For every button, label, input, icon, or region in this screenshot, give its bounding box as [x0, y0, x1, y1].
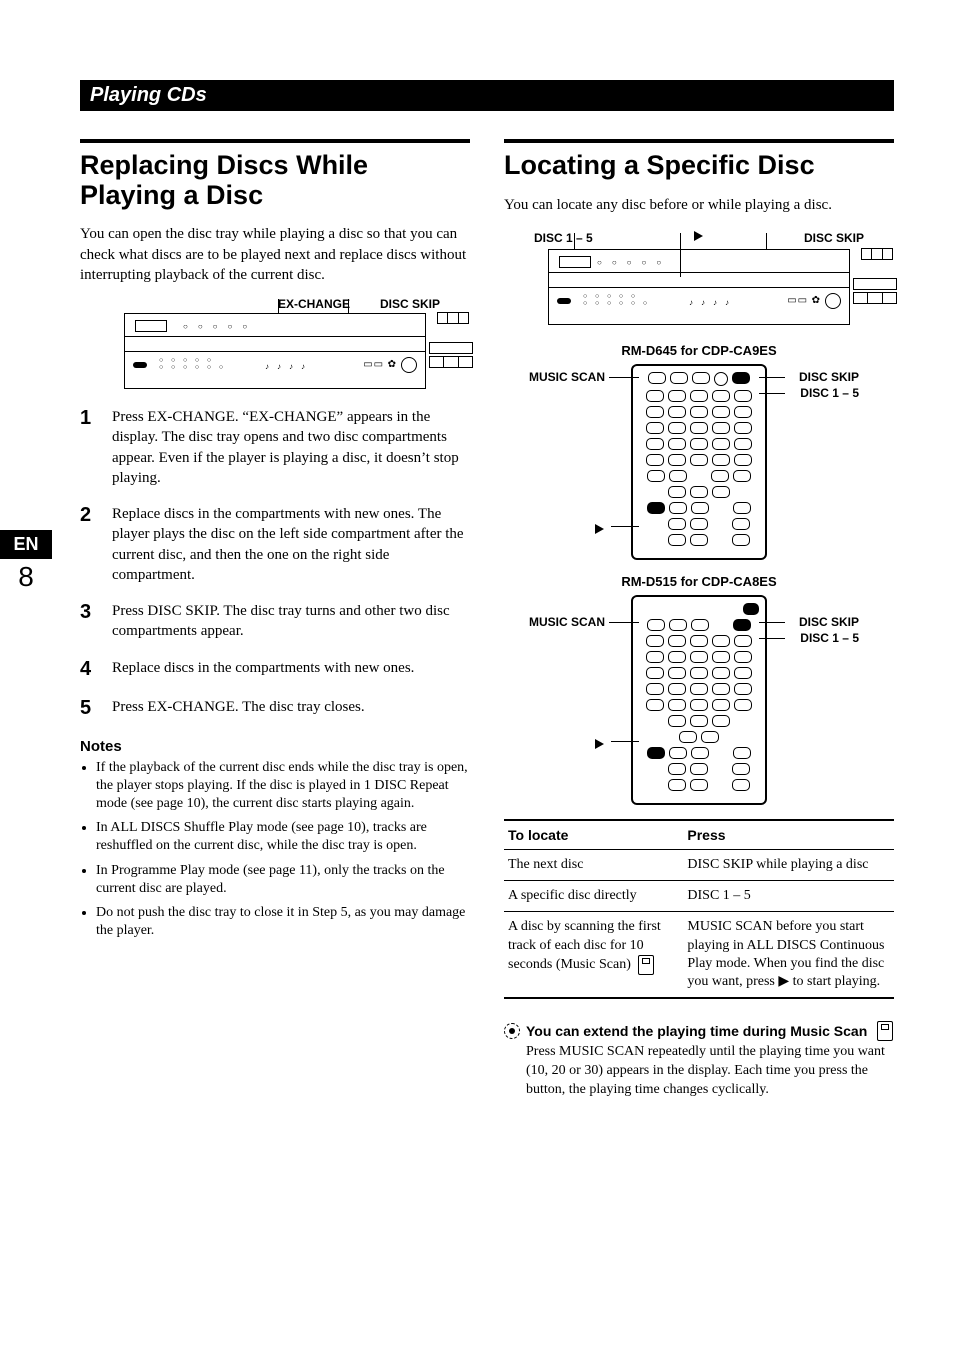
label-play — [595, 735, 604, 751]
step-text: Replace discs in the compartments with n… — [112, 658, 414, 681]
remote-icon — [877, 1021, 893, 1041]
note-item: In Programme Play mode (see page 11), on… — [96, 862, 470, 898]
remote2-title: RM-D515 for CDP-CA8ES — [504, 574, 894, 589]
remote1-title: RM-D645 for CDP-CA9ES — [504, 343, 894, 358]
step-number: 5 — [80, 697, 100, 720]
side-tab: EN 8 — [0, 530, 52, 593]
tip-heading: You can extend the playing time during M… — [526, 1022, 867, 1041]
player-diagram-right: DISC 1 – 5 DISC SKIP ○ ○ ○ ○ ○ ○ ○ ○ ○ ○… — [504, 231, 894, 325]
cell: The next disc — [504, 849, 683, 880]
tip-body: Press MUSIC SCAN repeatedly until the pl… — [526, 1043, 894, 1100]
step-number: 1 — [80, 407, 100, 488]
remote1-diagram: MUSIC SCAN DISC SKIP DISC 1 – 5 — [549, 364, 849, 560]
notes-list: If the playback of the current disc ends… — [80, 759, 470, 941]
label-disc15: DISC 1 – 5 — [800, 386, 859, 400]
step-text: Press EX-CHANGE. “EX-CHANGE” appears in … — [112, 407, 470, 488]
left-intro: You can open the disc tray while playing… — [80, 224, 470, 285]
callout-discskip: DISC SKIP — [380, 297, 440, 311]
side-page-number: 8 — [0, 561, 52, 593]
table-head-press: Press — [683, 820, 894, 850]
step-number: 4 — [80, 658, 100, 681]
note-item: Do not push the disc tray to close it in… — [96, 904, 470, 940]
step-text: Press EX-CHANGE. The disc tray closes. — [112, 697, 365, 720]
note-item: If the playback of the current disc ends… — [96, 759, 470, 814]
label-disc15: DISC 1 – 5 — [800, 631, 859, 645]
label-music-scan: MUSIC SCAN — [529, 615, 605, 629]
side-lang: EN — [0, 530, 52, 559]
cell: A disc by scanning the first track of ea… — [504, 912, 683, 998]
right-intro: You can locate any disc before or while … — [504, 195, 894, 215]
table-row: The next disc DISC SKIP while playing a … — [504, 849, 894, 880]
label-music-scan: MUSIC SCAN — [529, 370, 605, 384]
rule — [504, 139, 894, 143]
left-title: Replacing Discs While Playing a Disc — [80, 151, 470, 210]
note-item: In ALL DISCS Shuffle Play mode (see page… — [96, 819, 470, 855]
section-bar: Playing CDs — [80, 80, 894, 111]
label-disc-skip: DISC SKIP — [799, 615, 859, 629]
play-icon — [694, 231, 703, 241]
rule — [80, 139, 470, 143]
right-column: Locating a Specific Disc You can locate … — [504, 139, 894, 1100]
remote-icon — [638, 955, 654, 975]
cell: A specific disc directly — [504, 881, 683, 912]
table-row: A disc by scanning the first track of ea… — [504, 912, 894, 998]
callout-exchange: EX-CHANGE — [278, 297, 350, 311]
right-title: Locating a Specific Disc — [504, 151, 894, 181]
left-steps: 1Press EX-CHANGE. “EX-CHANGE” appears in… — [80, 407, 470, 720]
step-number: 3 — [80, 601, 100, 642]
callout-discskip: DISC SKIP — [804, 231, 864, 245]
table-row: A specific disc directly DISC 1 – 5 — [504, 881, 894, 912]
cell: DISC 1 – 5 — [683, 881, 894, 912]
label-disc-skip: DISC SKIP — [799, 370, 859, 384]
step-text: Press DISC SKIP. The disc tray turns and… — [112, 601, 470, 642]
notes-heading: Notes — [80, 738, 470, 755]
locate-table: To locate Press The next disc DISC SKIP … — [504, 819, 894, 999]
step-number: 2 — [80, 504, 100, 585]
player-diagram-left: EX-CHANGE DISC SKIP ○ ○ ○ ○ ○ ○ ○ ○ ○ ○○… — [80, 297, 470, 389]
callout-disc15: DISC 1 – 5 — [534, 231, 593, 245]
table-head-locate: To locate — [504, 820, 683, 850]
cell: DISC SKIP while playing a disc — [683, 849, 894, 880]
tip-icon — [504, 1023, 520, 1039]
step-text: Replace discs in the compartments with n… — [112, 504, 470, 585]
cell: MUSIC SCAN before you start playing in A… — [683, 912, 894, 998]
left-column: Replacing Discs While Playing a Disc You… — [80, 139, 470, 1100]
remote2-diagram: MUSIC SCAN DISC SKIP DISC 1 – 5 — [549, 595, 849, 805]
tip-block: You can extend the playing time during M… — [504, 1021, 894, 1100]
label-play — [595, 520, 604, 536]
